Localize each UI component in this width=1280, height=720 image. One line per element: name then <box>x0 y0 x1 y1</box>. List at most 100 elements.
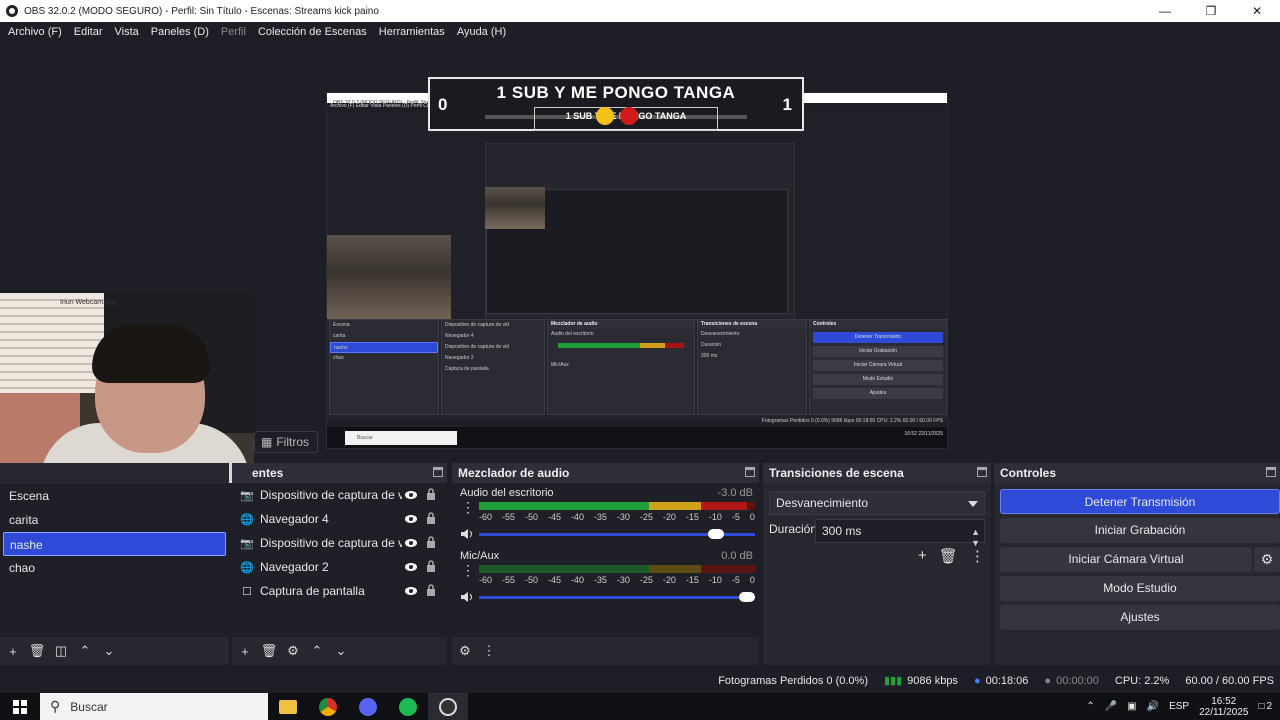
preview-area[interactable]: OBS 32.0.2 (MODO SEGURO) - Perfil: Sin T… <box>0 42 1280 483</box>
transition-menu-icon[interactable]: ⋮ <box>970 547 985 565</box>
move-up-icon[interactable]: ⌃ <box>78 643 92 658</box>
nested-preview <box>485 143 795 333</box>
speaker-icon[interactable] <box>460 591 474 603</box>
scene-item-carita[interactable]: carita <box>0 508 229 532</box>
add-source-icon[interactable]: + <box>238 644 252 659</box>
preview-canvas[interactable]: OBS 32.0.2 (MODO SEGURO) - Perfil: Sin T… <box>326 92 948 449</box>
chrome-app[interactable] <box>308 693 348 720</box>
minimize-icon[interactable]: — <box>1142 0 1188 22</box>
source-item[interactable]: 🌐 Navegador 4 <box>232 507 447 531</box>
taskbar-search[interactable]: ⚲ Buscar <box>40 693 268 720</box>
menu-editar[interactable]: Editar <box>68 26 109 38</box>
move-down-icon[interactable]: ⌄ <box>334 643 348 658</box>
file-explorer-app[interactable] <box>268 693 308 720</box>
menu-archivo[interactable]: Archivo (F) <box>2 26 68 38</box>
duration-spinbox[interactable]: 300 ms ▲ ▼ <box>815 519 985 548</box>
clock[interactable]: 16:52 22/11/2025 <box>1199 696 1248 718</box>
microphone-icon[interactable]: 🎤 <box>1105 701 1117 712</box>
lock-icon[interactable] <box>426 488 436 501</box>
scale-tick: -35 <box>593 512 607 522</box>
signal-bars-icon: ▮▮▮ <box>884 675 903 687</box>
discord-app[interactable] <box>348 693 388 720</box>
camera-icon: 📷 <box>240 489 254 502</box>
undock-icon[interactable] <box>433 467 443 477</box>
network-icon[interactable]: ▣ <box>1127 701 1136 712</box>
scale-tick: -55 <box>501 575 515 585</box>
speaker-icon[interactable] <box>460 528 474 540</box>
volume-knob[interactable] <box>738 592 755 602</box>
undock-icon[interactable] <box>977 467 987 477</box>
webcam-feed: Iriun Webcam.app <box>0 293 254 483</box>
close-icon[interactable]: ✕ <box>1234 0 1280 22</box>
volume-slider[interactable] <box>479 529 755 539</box>
sources-header: entes <box>232 463 447 483</box>
menu-ayuda[interactable]: Ayuda (H) <box>451 26 512 38</box>
transitions-dock: Transiciones de escena Desvanecimiento D… <box>763 463 991 665</box>
remove-source-icon[interactable]: 🗑 <box>261 643 278 658</box>
chevron-down-icon <box>968 501 978 507</box>
nested-scene: carita <box>333 333 346 339</box>
spotify-app[interactable] <box>388 693 428 720</box>
mixer-settings-gear-icon[interactable]: ⚙ <box>458 643 472 658</box>
maximize-icon[interactable]: ❐ <box>1188 0 1234 22</box>
menu-vista[interactable]: Vista <box>109 26 145 38</box>
visibility-eye-icon[interactable] <box>404 512 418 526</box>
scene-filters-icon[interactable]: ◫ <box>54 643 68 658</box>
dropped-frames: Fotogramas Perdidos 0 (0.0%) <box>718 674 868 687</box>
visibility-eye-icon[interactable] <box>404 488 418 502</box>
source-item[interactable]: 🌐 Navegador 2 <box>232 555 447 579</box>
settings-button[interactable]: Ajustes <box>1000 605 1280 630</box>
folder-icon <box>279 699 297 714</box>
add-transition-icon[interactable]: + <box>918 547 927 565</box>
source-item[interactable]: 📷 Dispositivo de captura de vide <box>232 483 447 507</box>
studio-mode-button[interactable]: Modo Estudio <box>1000 576 1280 601</box>
volume-icon[interactable]: 🔊 <box>1147 701 1159 712</box>
remove-transition-icon[interactable]: 🗑 <box>939 547 958 565</box>
notification-icon[interactable]: □ 2 <box>1258 701 1272 712</box>
scale-tick: -40 <box>570 575 584 585</box>
start-button[interactable] <box>0 693 40 720</box>
channel-menu-icon[interactable]: ⋮ <box>461 563 475 577</box>
menu-herramientas[interactable]: Herramientas <box>373 26 451 38</box>
language-indicator[interactable]: ESP <box>1169 701 1189 712</box>
menu-paneles[interactable]: Paneles (D) <box>145 26 215 38</box>
menu-coleccion-escenas[interactable]: Colección de Escenas <box>252 26 373 38</box>
obs-logo-icon <box>6 5 18 17</box>
volume-slider[interactable] <box>479 592 755 602</box>
lock-icon[interactable] <box>426 584 436 597</box>
lock-icon[interactable] <box>426 536 436 549</box>
filters-button[interactable]: ▦ Filtros <box>254 431 319 453</box>
start-recording-button[interactable]: Iniciar Grabación <box>1000 518 1280 543</box>
mixer-menu-icon[interactable]: ⋮ <box>482 643 496 658</box>
volume-knob[interactable] <box>708 529 725 539</box>
add-scene-icon[interactable]: + <box>6 644 20 659</box>
remove-scene-icon[interactable]: 🗑 <box>29 643 46 658</box>
visibility-eye-icon[interactable] <box>404 536 418 550</box>
meter-scale: -60 -55 -50 -45 -40 -35 -30 -25 -20 -15 -10 -5 0 <box>479 512 755 522</box>
volume-meter <box>479 565 755 573</box>
undock-icon[interactable] <box>1266 467 1276 477</box>
chevron-up-icon[interactable]: ⌃ <box>1086 701 1094 712</box>
undock-icon[interactable] <box>745 467 755 477</box>
virtual-camera-button[interactable]: Iniciar Cámara Virtual <box>1000 547 1252 572</box>
source-item[interactable]: 📷 Dispositivo de captura de vide <box>232 531 447 555</box>
source-item[interactable]: ☐ Captura de pantalla <box>232 579 447 603</box>
scene-item-chao[interactable]: chao <box>0 556 229 580</box>
virtual-camera-settings-button[interactable]: ⚙ <box>1254 547 1280 572</box>
scene-item-escena[interactable]: Escena <box>0 484 229 508</box>
move-up-icon[interactable]: ⌃ <box>310 643 324 658</box>
nested-transitions-panel: Transiciones de escena Desvanecimiento D… <box>697 319 807 415</box>
lock-icon[interactable] <box>426 560 436 573</box>
visibility-eye-icon[interactable] <box>404 560 418 574</box>
move-down-icon[interactable]: ⌄ <box>102 643 116 658</box>
visibility-eye-icon[interactable] <box>404 584 418 598</box>
obs-app[interactable] <box>428 693 468 720</box>
source-label: Captura de pantalla <box>260 584 365 598</box>
source-properties-gear-icon[interactable]: ⚙ <box>286 643 300 658</box>
lock-icon[interactable] <box>426 512 436 525</box>
menu-perfil[interactable]: Perfil <box>215 26 252 38</box>
stop-stream-button[interactable]: Detener Transmisión <box>1000 489 1280 514</box>
scene-item-nashe[interactable]: nashe <box>3 532 226 556</box>
channel-menu-icon[interactable]: ⋮ <box>461 500 475 514</box>
transition-select[interactable]: Desvanecimiento <box>769 491 985 515</box>
